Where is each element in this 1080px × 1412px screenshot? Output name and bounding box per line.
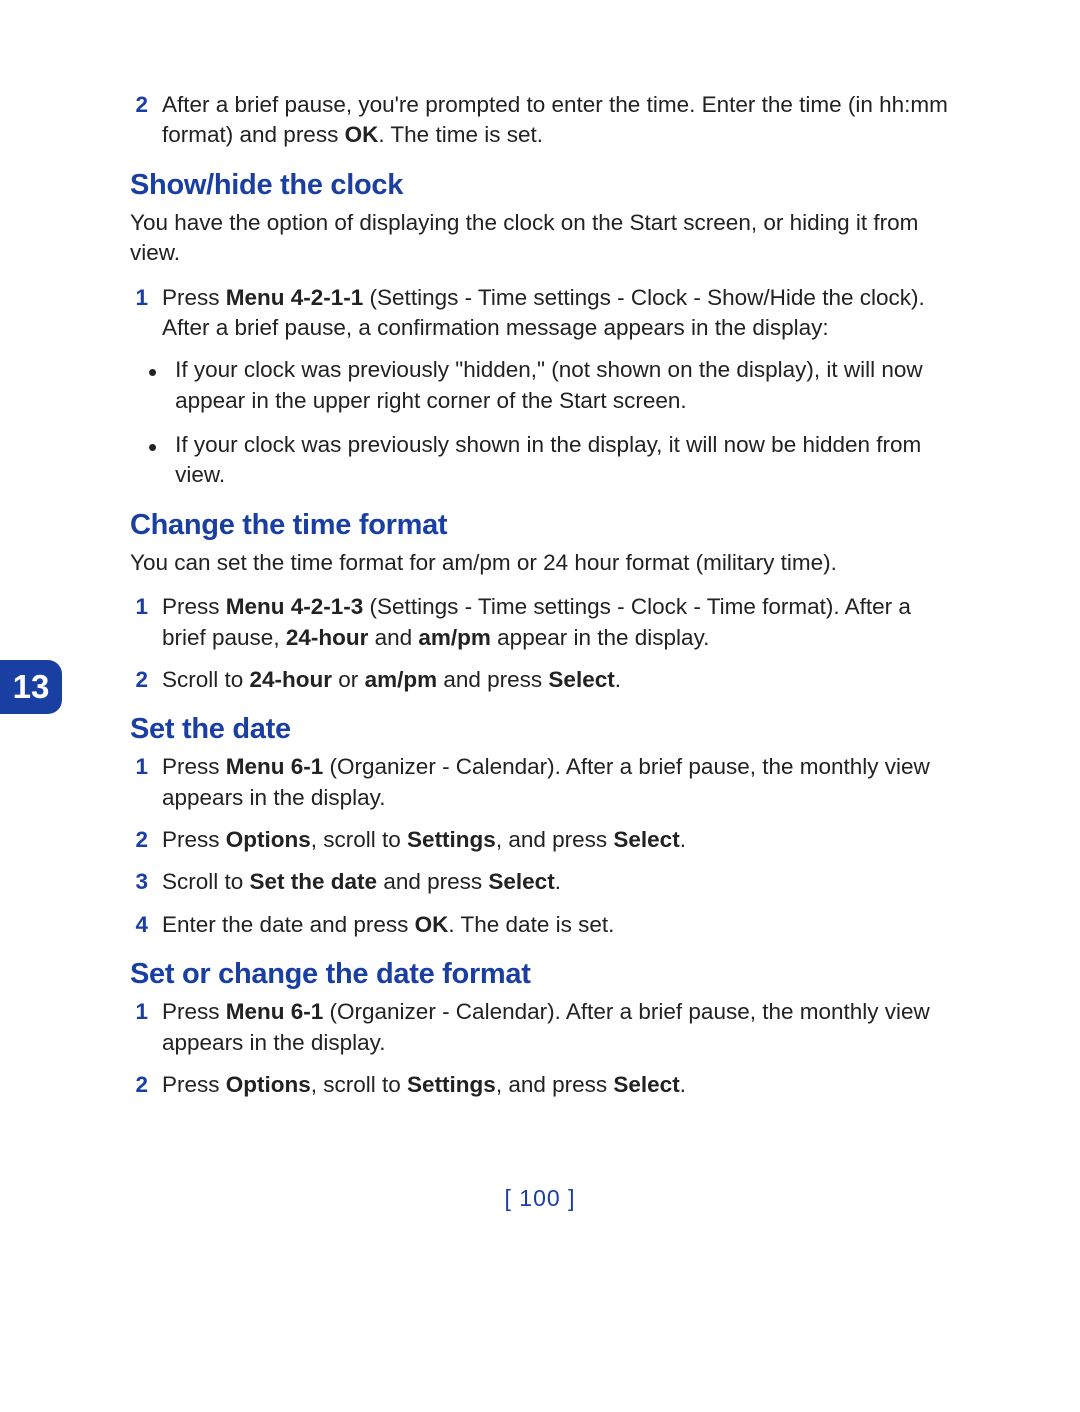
text-run: Press: [162, 999, 226, 1024]
step-number: 2: [130, 1070, 148, 1100]
text-run: After a brief pause, you're prompted to …: [162, 92, 948, 147]
text-run: .: [680, 1072, 686, 1097]
step-item: 1 Press Menu 6-1 (Organizer - Calendar).…: [130, 997, 950, 1058]
text-run: Press: [162, 827, 226, 852]
text-run: . The time is set.: [378, 122, 543, 147]
text-run: .: [615, 667, 621, 692]
text-run: Enter the date and press: [162, 912, 415, 937]
bold-run: OK: [345, 122, 379, 147]
bold-run: Menu 6-1: [226, 999, 324, 1024]
step-text: Press Options, scroll to Settings, and p…: [162, 825, 950, 855]
bold-run: Select: [613, 827, 679, 852]
bold-run: Options: [226, 827, 311, 852]
step-text: Scroll to 24-hour or am/pm and press Sel…: [162, 665, 950, 695]
step-text: Press Menu 4-2-1-3 (Settings - Time sett…: [162, 592, 950, 653]
step-number: 1: [130, 752, 148, 782]
bullet-text: If your clock was previously shown in th…: [175, 430, 950, 491]
text-run: , and press: [496, 827, 614, 852]
heading-show-hide-clock: Show/hide the clock: [130, 169, 950, 202]
bold-run: 24-hour: [250, 667, 333, 692]
section-intro: You can set the time format for am/pm or…: [130, 548, 950, 578]
sec3-steps: 1 Press Menu 6-1 (Organizer - Calendar).…: [130, 752, 950, 940]
step-number: 4: [130, 910, 148, 940]
text-run: .: [555, 869, 561, 894]
step-text: After a brief pause, you're prompted to …: [162, 90, 950, 151]
text-run: Press: [162, 594, 226, 619]
step-number: 3: [130, 867, 148, 897]
text-run: , scroll to: [311, 1072, 407, 1097]
bold-run: Options: [226, 1072, 311, 1097]
bold-run: Settings: [407, 1072, 496, 1097]
text-run: Press: [162, 754, 226, 779]
step-item: 1 Press Menu 4-2-1-3 (Settings - Time se…: [130, 592, 950, 653]
chapter-tab: 13: [0, 660, 62, 714]
step-item: 1 Press Menu 4-2-1-1 (Settings - Time se…: [130, 283, 950, 344]
bold-run: Select: [488, 869, 554, 894]
bold-run: Settings: [407, 827, 496, 852]
heading-set-date-format: Set or change the date format: [130, 958, 950, 991]
sec2-steps: 1 Press Menu 4-2-1-3 (Settings - Time se…: [130, 592, 950, 695]
text-run: and: [368, 625, 418, 650]
step-item: 2 After a brief pause, you're prompted t…: [130, 90, 950, 151]
text-run: or: [332, 667, 365, 692]
bullet-text: If your clock was previously "hidden," (…: [175, 355, 950, 416]
text-run: , scroll to: [311, 827, 407, 852]
step-number: 2: [130, 825, 148, 855]
bold-run: Set the date: [250, 869, 378, 894]
step-number: 2: [130, 90, 148, 120]
heading-set-date: Set the date: [130, 713, 950, 746]
text-run: , and press: [496, 1072, 614, 1097]
sec1-steps: 1 Press Menu 4-2-1-1 (Settings - Time se…: [130, 283, 950, 344]
bold-run: am/pm: [418, 625, 491, 650]
text-run: Press: [162, 1072, 226, 1097]
manual-page: 13 2 After a brief pause, you're prompte…: [0, 0, 1080, 1412]
step-item: 2 Press Options, scroll to Settings, and…: [130, 825, 950, 855]
text-run: appear in the display.: [491, 625, 709, 650]
step-item: 1 Press Menu 6-1 (Organizer - Calendar).…: [130, 752, 950, 813]
step-number: 1: [130, 997, 148, 1027]
bold-run: Menu 6-1: [226, 754, 324, 779]
text-run: and press: [437, 667, 548, 692]
text-run: Press: [162, 285, 226, 310]
step-text: Scroll to Set the date and press Select.: [162, 867, 950, 897]
bullet-item: If your clock was previously shown in th…: [130, 430, 950, 491]
step-item: 4 Enter the date and press OK. The date …: [130, 910, 950, 940]
bold-run: am/pm: [365, 667, 438, 692]
section-intro: You have the option of displaying the cl…: [130, 208, 950, 269]
step-number: 1: [130, 283, 148, 313]
step-item: 2 Scroll to 24-hour or am/pm and press S…: [130, 665, 950, 695]
step-text: Press Menu 4-2-1-1 (Settings - Time sett…: [162, 283, 950, 344]
step-item: 2 Press Options, scroll to Settings, and…: [130, 1070, 950, 1100]
sec1-bullets: If your clock was previously "hidden," (…: [130, 355, 950, 491]
bold-run: OK: [415, 912, 449, 937]
text-run: and press: [377, 869, 488, 894]
step-number: 2: [130, 665, 148, 695]
bold-run: Menu 4-2-1-1: [226, 285, 364, 310]
text-run: Scroll to: [162, 869, 250, 894]
heading-change-time-format: Change the time format: [130, 509, 950, 542]
text-run: . The date is set.: [448, 912, 614, 937]
step-text: Press Menu 6-1 (Organizer - Calendar). A…: [162, 752, 950, 813]
page-number: [ 100 ]: [0, 1185, 1080, 1212]
sec4-steps: 1 Press Menu 6-1 (Organizer - Calendar).…: [130, 997, 950, 1100]
step-number: 1: [130, 592, 148, 622]
bullet-item: If your clock was previously "hidden," (…: [130, 355, 950, 416]
step-text: Press Menu 6-1 (Organizer - Calendar). A…: [162, 997, 950, 1058]
step-text: Press Options, scroll to Settings, and p…: [162, 1070, 950, 1100]
step-item: 3 Scroll to Set the date and press Selec…: [130, 867, 950, 897]
intro-steps: 2 After a brief pause, you're prompted t…: [130, 90, 950, 151]
step-text: Enter the date and press OK. The date is…: [162, 910, 950, 940]
text-run: .: [680, 827, 686, 852]
bold-run: Select: [548, 667, 614, 692]
bold-run: 24-hour: [286, 625, 369, 650]
bold-run: Menu 4-2-1-3: [226, 594, 364, 619]
bold-run: Select: [613, 1072, 679, 1097]
text-run: Scroll to: [162, 667, 250, 692]
